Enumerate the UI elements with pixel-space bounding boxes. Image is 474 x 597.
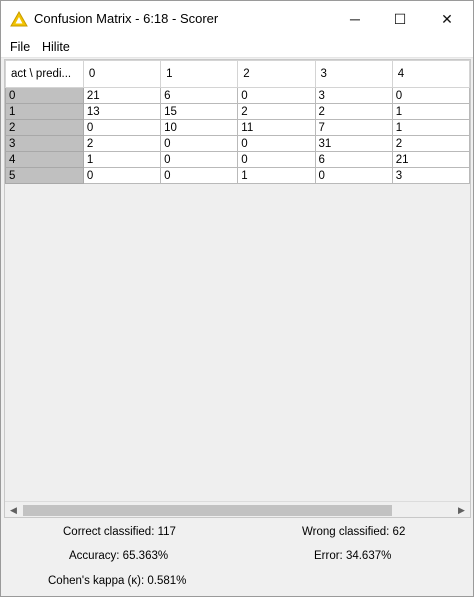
table-cell[interactable]: 0 — [160, 167, 239, 184]
table-cell[interactable]: 0 — [82, 167, 162, 184]
table-cell[interactable]: 2 — [314, 103, 393, 120]
table-cell[interactable]: 1 — [391, 119, 470, 136]
table-row[interactable]: 1 13 15 2 2 1 — [5, 103, 470, 120]
close-button[interactable]: ✕ — [424, 1, 470, 37]
menu-hilite[interactable]: Hilite — [42, 40, 70, 54]
table-cell[interactable]: 2 — [82, 135, 162, 152]
table-cell[interactable]: 6 — [160, 87, 239, 104]
column-header[interactable]: 1 — [160, 60, 239, 88]
row-header[interactable]: 3 — [5, 135, 84, 152]
warning-triangle-icon — [10, 10, 28, 27]
title-bar[interactable]: Confusion Matrix - 6:18 - Scorer ─ ☐ ✕ — [1, 1, 473, 37]
table-row[interactable]: 4 1 0 0 6 21 — [5, 151, 470, 168]
table-cell[interactable]: 7 — [314, 119, 393, 136]
row-header[interactable]: 4 — [5, 151, 84, 168]
table-cell[interactable]: 0 — [237, 87, 316, 104]
table-cell[interactable]: 21 — [391, 151, 470, 168]
table-cell[interactable]: 0 — [82, 119, 162, 136]
row-header[interactable]: 2 — [5, 119, 84, 136]
wrong-classified-label: Wrong classified: 62 — [302, 526, 406, 538]
table-cell[interactable]: 13 — [82, 103, 162, 120]
confusion-matrix-window: Confusion Matrix - 6:18 - Scorer ─ ☐ ✕ F… — [0, 0, 474, 597]
table-cell[interactable]: 3 — [391, 167, 470, 184]
table-cell[interactable]: 21 — [82, 87, 162, 104]
scroll-right-icon[interactable]: ▶ — [453, 502, 470, 517]
table-cell[interactable]: 0 — [391, 87, 470, 104]
header-row: act \ predi... 0 1 2 3 4 — [5, 60, 470, 88]
row-header[interactable]: 0 — [5, 87, 84, 104]
table-cell[interactable]: 10 — [160, 119, 239, 136]
accuracy-label: Accuracy: 65.363% — [69, 550, 169, 562]
table-cell[interactable]: 1 — [82, 151, 162, 168]
cohens-kappa-label: Cohen's kappa (κ): 0.581% — [48, 575, 187, 587]
table-cell[interactable]: 1 — [237, 167, 316, 184]
maximize-button[interactable]: ☐ — [377, 1, 423, 37]
table-row[interactable]: 5 0 0 1 0 3 — [5, 167, 470, 184]
table-cell[interactable]: 0 — [160, 135, 239, 152]
table-cell[interactable]: 1 — [391, 103, 470, 120]
table-cell[interactable]: 0 — [237, 151, 316, 168]
scrollbar-thumb[interactable] — [23, 505, 392, 516]
corner-header[interactable]: act \ predi... — [5, 60, 84, 88]
window-title: Confusion Matrix - 6:18 - Scorer — [34, 11, 219, 26]
table-row[interactable]: 2 0 10 11 7 1 — [5, 119, 470, 136]
menu-bar: File Hilite — [1, 37, 473, 58]
close-icon: ✕ — [441, 10, 453, 27]
row-header[interactable]: 5 — [5, 167, 84, 184]
scroll-left-icon[interactable]: ◀ — [5, 502, 22, 517]
table-cell[interactable]: 11 — [237, 119, 316, 136]
minimize-icon: ─ — [350, 11, 360, 27]
horizontal-scrollbar[interactable]: ◀ ▶ — [5, 501, 470, 517]
table-view[interactable]: act \ predi... 0 1 2 3 4 0 21 6 0 3 0 1 … — [4, 59, 471, 518]
column-header[interactable]: 3 — [314, 60, 393, 88]
table-cell[interactable]: 0 — [237, 135, 316, 152]
table-cell[interactable]: 2 — [237, 103, 316, 120]
table-cell[interactable]: 0 — [314, 167, 393, 184]
table-cell[interactable]: 0 — [160, 151, 239, 168]
table-row[interactable]: 0 21 6 0 3 0 — [5, 87, 470, 104]
confusion-matrix-table: act \ predi... 0 1 2 3 4 0 21 6 0 3 0 1 … — [5, 60, 470, 184]
table-cell[interactable]: 15 — [160, 103, 239, 120]
table-cell[interactable]: 31 — [314, 135, 393, 152]
row-header[interactable]: 1 — [5, 103, 84, 120]
column-header[interactable]: 0 — [82, 60, 162, 88]
stats-panel: Correct classified: 117 Wrong classified… — [1, 520, 473, 596]
table-cell[interactable]: 2 — [391, 135, 470, 152]
column-header[interactable]: 4 — [391, 60, 470, 88]
table-cell[interactable]: 6 — [314, 151, 393, 168]
maximize-icon: ☐ — [393, 10, 407, 27]
correct-classified-label: Correct classified: 117 — [63, 526, 176, 538]
error-label: Error: 34.637% — [314, 550, 392, 562]
column-header[interactable]: 2 — [237, 60, 316, 88]
minimize-button[interactable]: ─ — [332, 1, 378, 37]
table-cell[interactable]: 3 — [314, 87, 393, 104]
table-row[interactable]: 3 2 0 0 31 2 — [5, 135, 470, 152]
menu-file[interactable]: File — [10, 40, 30, 54]
